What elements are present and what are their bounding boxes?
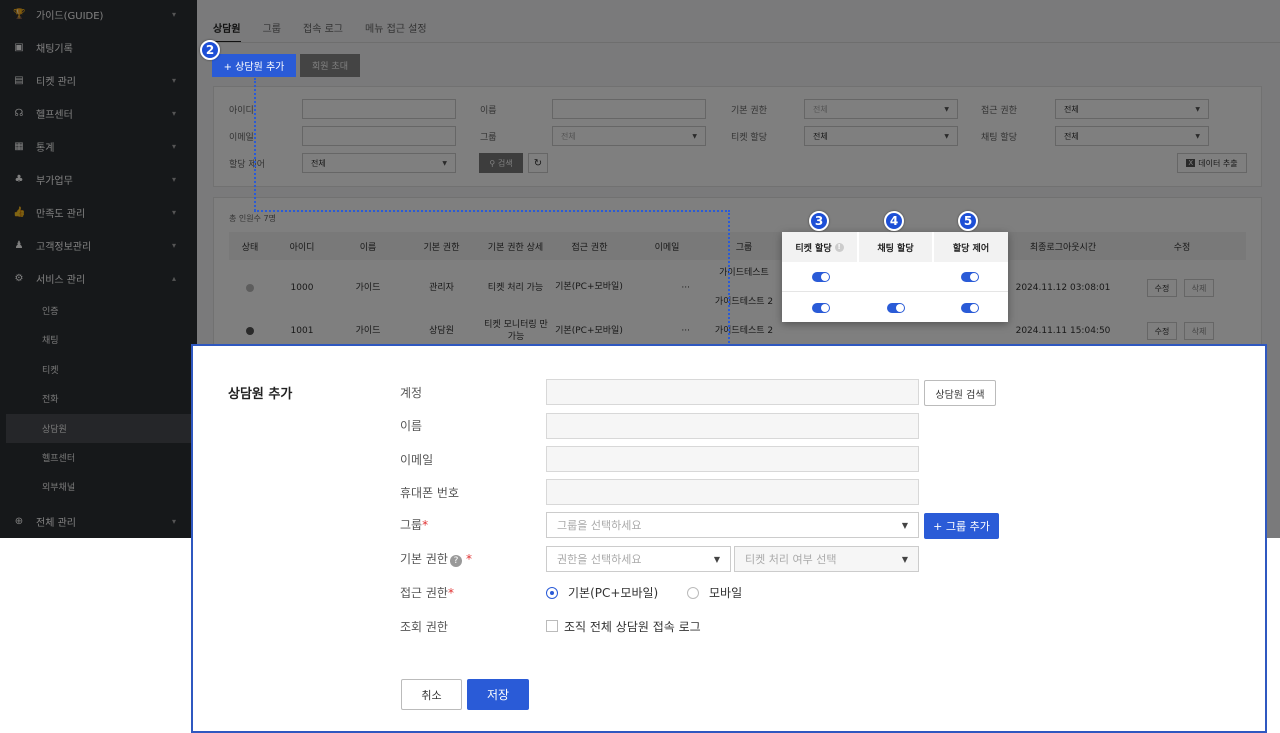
step-badge: 4 [884,211,904,231]
select-placeholder: 그룹을 선택하세요 [557,519,642,532]
phone-input[interactable] [546,479,919,505]
info-icon: ! [834,242,844,252]
ticket-assign-toggle[interactable] [812,303,830,313]
perm-label: 기본 권한? * [400,550,472,567]
group-select[interactable]: 그룹을 선택하세요 ▼ [546,512,919,538]
chat-assign-toggle[interactable] [887,303,905,313]
name-input[interactable] [546,413,919,439]
step-badge: 3 [809,211,829,231]
view-log-label: 조직 전체 상담원 접속 로그 [564,620,701,634]
add-agent-button-highlight[interactable]: + 상담원 추가 [212,54,296,77]
account-label: 계정 [400,386,423,400]
step-badge: 2 [200,40,220,60]
required-mark: * [422,518,429,532]
label-text: 기본 권한 [400,552,448,566]
phone-label: 휴대폰 번호 [400,486,460,500]
add-group-button[interactable]: + 그룹 추가 [924,513,999,539]
connector-line [254,210,730,212]
access-pc-mobile-radio[interactable] [546,587,558,599]
th-assign-ctrl: 할당 제어 [934,232,1008,262]
help-icon: ? [449,555,462,567]
required-mark: * [447,586,454,600]
name-label: 이름 [400,419,423,433]
label-text: 그룹 [400,518,423,532]
th-ticket-assign: 티켓 할당! [782,232,857,262]
view-label: 조회 권한 [400,620,448,634]
chevron-down-icon: ▼ [713,554,720,564]
assign-ctrl-toggle[interactable] [961,303,979,313]
access-pc-mobile-label: 기본(PC+모바일) [568,586,659,600]
access-mobile-label: 모바일 [709,586,743,600]
email-label: 이메일 [400,453,434,467]
chevron-down-icon: ▼ [901,520,908,530]
ticket-process-select[interactable]: 티켓 처리 여부 선택 ▼ [734,546,919,572]
access-label: 접근 권한* [400,584,454,601]
step-badge: 5 [958,211,978,231]
view-log-checkbox[interactable] [546,620,558,632]
group-label: 그룹* [400,516,428,533]
perm-select[interactable]: 권한을 선택하세요 ▼ [546,546,731,572]
assign-ctrl-toggle[interactable] [961,272,979,282]
required-mark: * [465,552,472,566]
select-placeholder: 티켓 처리 여부 선택 [745,553,837,566]
modal-title: 상담원 추가 [228,387,293,402]
assignment-popup: 티켓 할당! 채팅 할당 할당 제어 [782,232,1008,322]
connector-line [728,210,730,346]
th-chat-assign: 채팅 할당 [859,232,932,262]
cancel-button[interactable]: 취소 [401,679,462,710]
save-button[interactable]: 저장 [467,679,529,710]
access-mobile-radio[interactable] [687,587,699,599]
add-agent-modal: 상담원 추가 계정 상담원 검색 이름 이메일 휴대폰 번호 그룹* 그룹을 선… [191,344,1267,733]
account-input[interactable] [546,379,919,405]
search-agent-button[interactable]: 상담원 검색 [924,380,996,406]
ticket-assign-toggle[interactable] [812,272,830,282]
th-label: 티켓 할당 [795,243,832,254]
chevron-down-icon: ▼ [901,554,908,564]
label-text: 접근 권한 [400,586,448,600]
select-placeholder: 권한을 선택하세요 [557,553,642,566]
connector-line [254,78,256,211]
email-input[interactable] [546,446,919,472]
